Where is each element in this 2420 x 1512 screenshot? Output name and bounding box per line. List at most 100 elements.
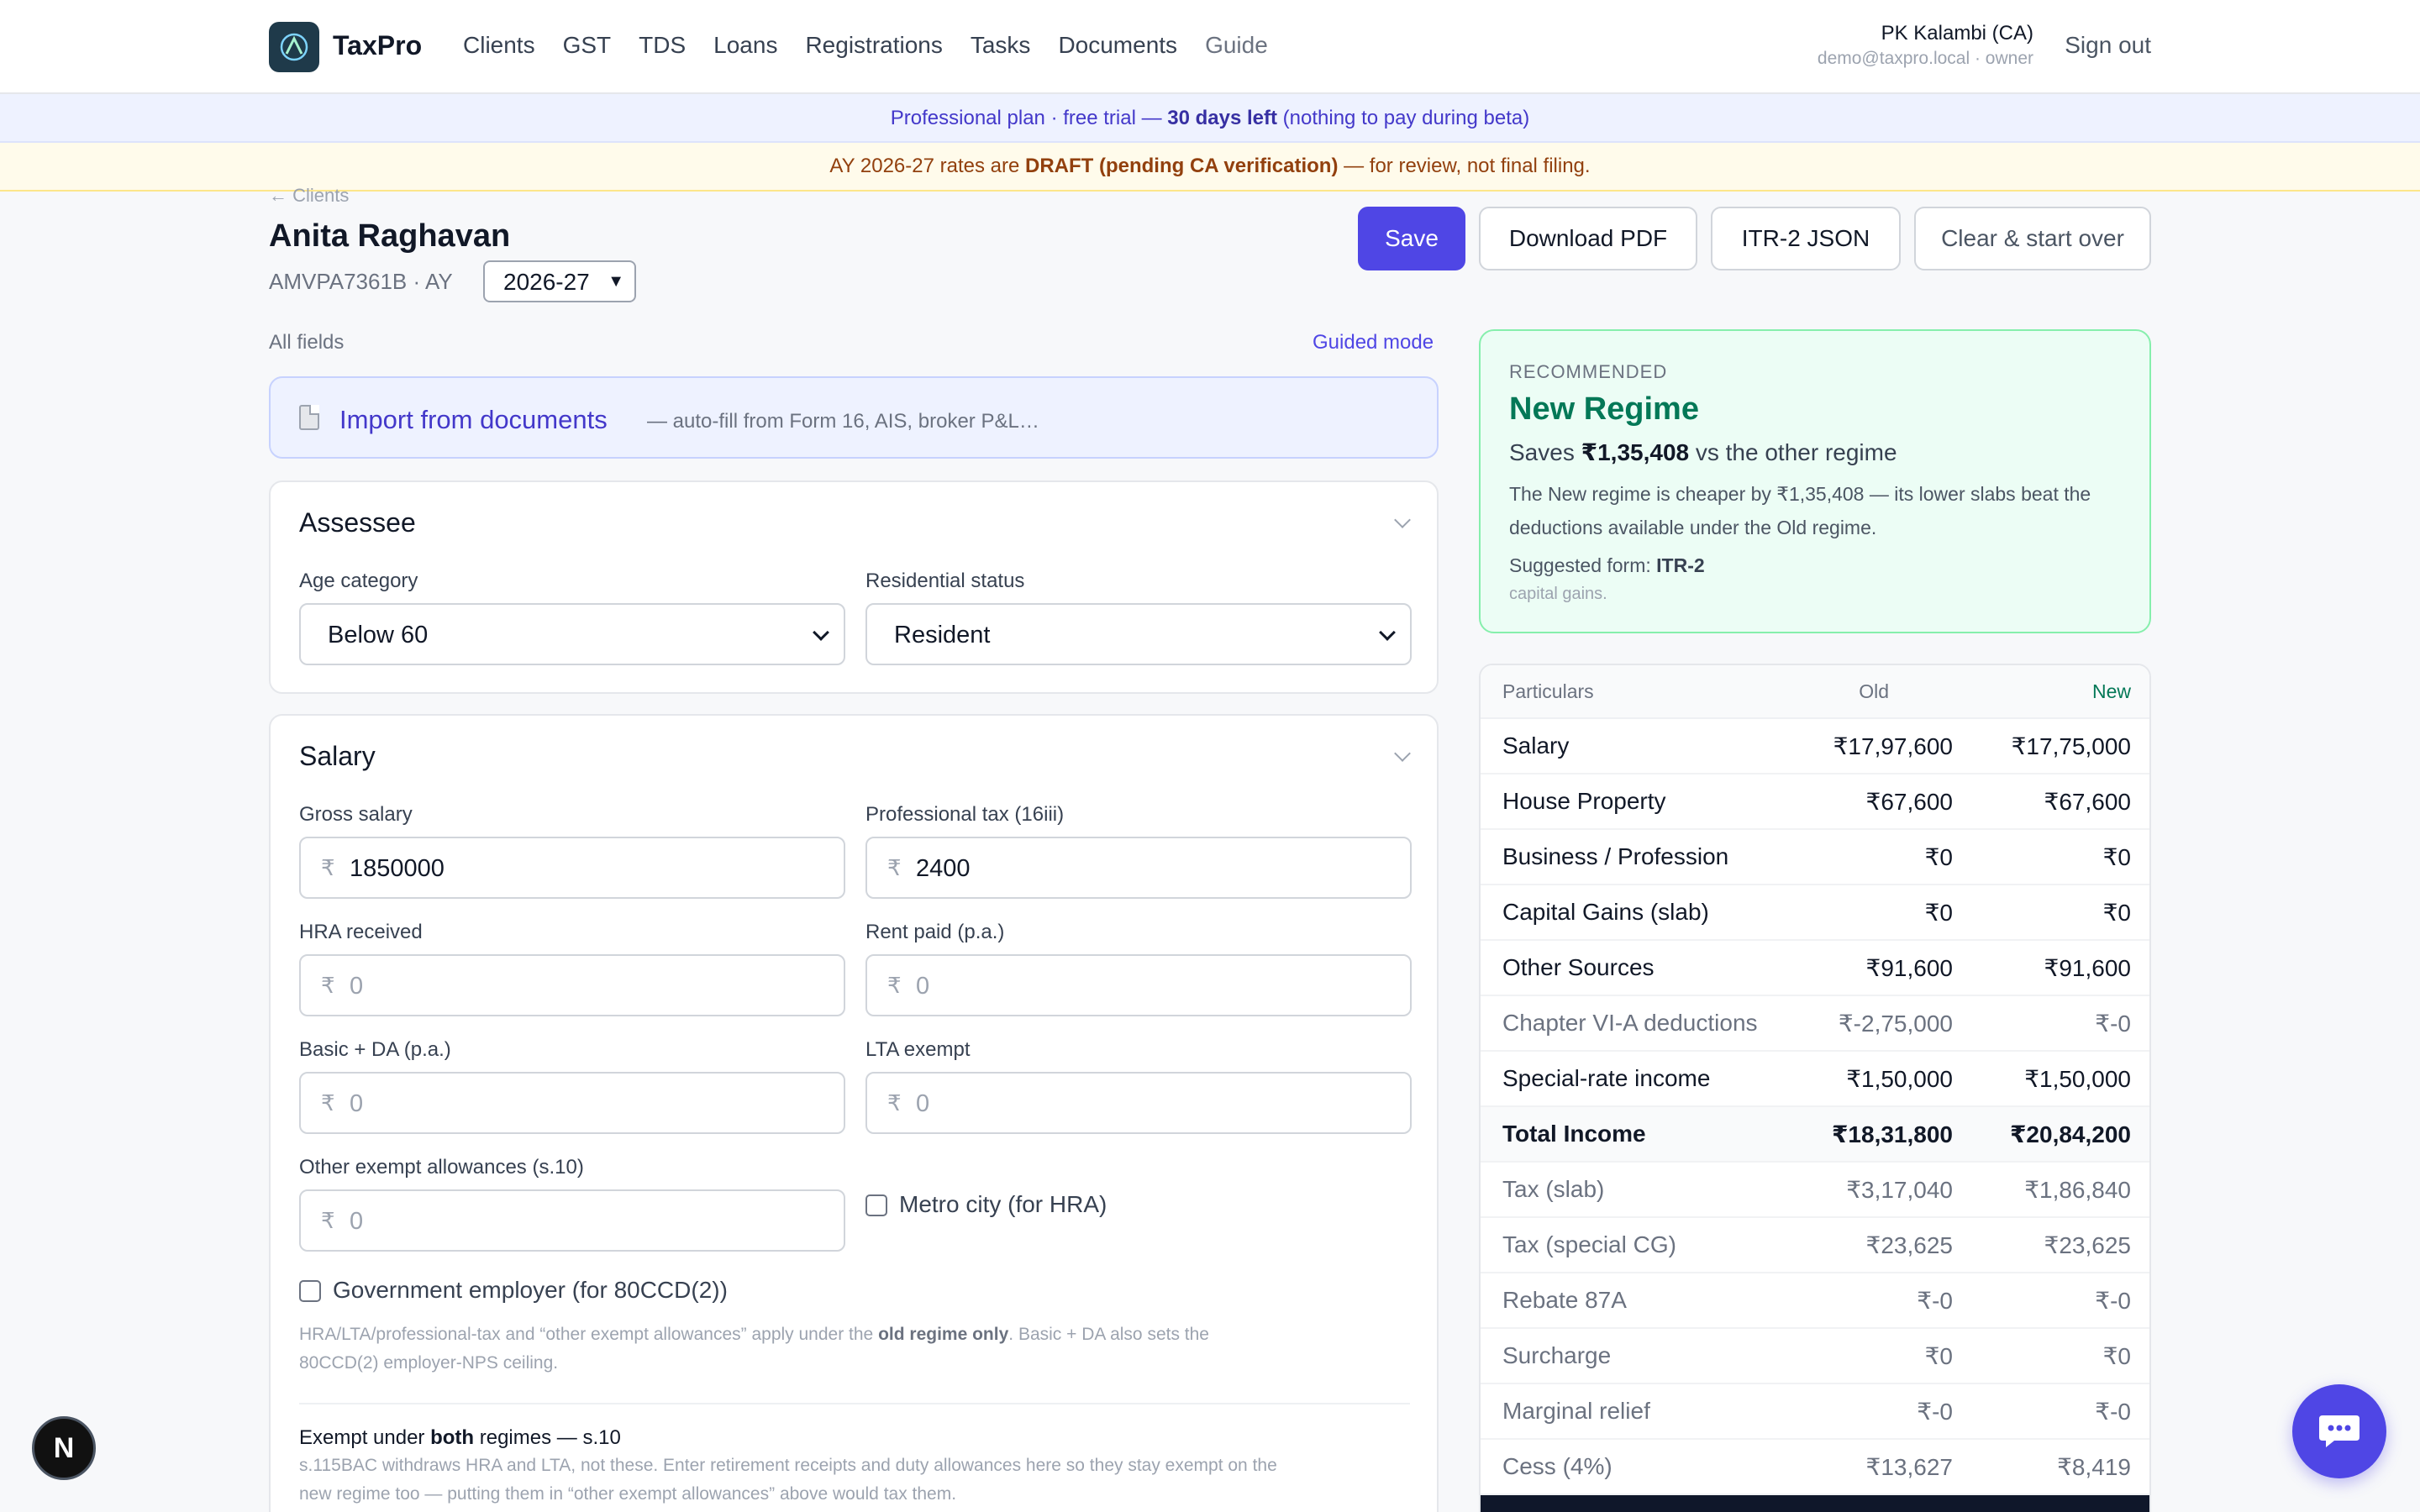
metro-city-label[interactable]: Metro city (for HRA) [899, 1191, 1107, 1218]
main-nav: Clients GST TDS Loans Registrations Task… [463, 32, 1296, 59]
assessee-title: Assessee [299, 507, 416, 538]
government-employer-label[interactable]: Government employer (for 80CCD(2)) [333, 1277, 728, 1304]
hra-received-input[interactable]: ₹0 [299, 954, 845, 1016]
recommendation-card: RECOMMENDED New Regime Saves ₹1,35,408 v… [1479, 329, 2151, 633]
suggested-form: Suggested form: ITR-2 [1509, 554, 1705, 577]
row-new-value: ₹-0 [2095, 1399, 2131, 1425]
import-documents-panel[interactable]: Import from documents — auto-fill from F… [269, 376, 1439, 459]
table-row: Tax (special CG) ₹23,625 ₹23,625 [1481, 1218, 2149, 1273]
top-nav: TaxPro Clients GST TDS Loans Registratio… [0, 0, 2420, 94]
metro-city-checkbox[interactable] [865, 1194, 887, 1216]
hra-received-value: 0 [350, 973, 364, 1000]
sign-out-link[interactable]: Sign out [2065, 32, 2151, 59]
chevron-down-icon [813, 624, 829, 641]
row-label: Total Income [1502, 1121, 1646, 1147]
savings-text: vs the other regime [1689, 439, 1897, 465]
divider [299, 1403, 1410, 1404]
row-label: Tax (special CG) [1502, 1231, 1676, 1257]
row-new-value: ₹1,50,000 [2024, 1066, 2131, 1092]
taxpro-logo-icon[interactable] [269, 22, 319, 72]
row-old-value: ₹-0 [1917, 1399, 1953, 1425]
user-name: PK Kalambi (CA) [1881, 22, 2033, 45]
row-label: Rebate 87A [1502, 1287, 1627, 1313]
rupee-icon: ₹ [321, 1208, 335, 1233]
row-new-value: ₹91,600 [2044, 955, 2131, 981]
row-label: Surcharge [1502, 1342, 1612, 1368]
gross-salary-input[interactable]: ₹1850000 [299, 837, 845, 899]
download-pdf-button[interactable]: Download PDF [1479, 207, 1697, 270]
row-old-value: ₹0 [1924, 1343, 1953, 1369]
itr-json-button[interactable]: ITR-2 JSON [1711, 207, 1901, 270]
lta-exempt-label: LTA exempt [865, 1038, 971, 1061]
chat-bubble-icon [2319, 1415, 2360, 1447]
rupee-icon: ₹ [321, 855, 335, 880]
savings-line: Saves ₹1,35,408 vs the other regime [1509, 438, 1897, 466]
other-exempt-input[interactable]: ₹0 [299, 1189, 845, 1252]
row-label: Salary [1502, 732, 1570, 759]
government-employer-checkbox[interactable] [299, 1280, 321, 1302]
table-row: Capital Gains (slab) ₹0 ₹0 [1481, 885, 2149, 941]
next-dev-indicator[interactable]: N [32, 1416, 96, 1480]
back-to-clients-link[interactable]: ← Clients [269, 185, 349, 207]
table-row: Special-rate income ₹1,50,000 ₹1,50,000 [1481, 1052, 2149, 1107]
assessment-year-select[interactable]: 2026-27 ▼ [483, 260, 636, 302]
rupee-icon: ₹ [887, 855, 902, 880]
save-button[interactable]: Save [1358, 207, 1465, 270]
rent-paid-input[interactable]: ₹0 [865, 954, 1412, 1016]
row-label: Tax (slab) [1502, 1176, 1605, 1202]
table-row: Other Sources ₹91,600 ₹91,600 [1481, 941, 2149, 996]
rent-paid-value: 0 [916, 973, 930, 1000]
nav-tasks[interactable]: Tasks [971, 32, 1031, 59]
draft-suffix: — for review, not final filing. [1338, 155, 1591, 177]
chevron-down-icon: ▼ [608, 272, 624, 291]
exempt-note-line: s.115BAC withdraws HRA and LTA, not thes… [299, 1456, 1277, 1475]
professional-tax-input[interactable]: ₹2400 [865, 837, 1412, 899]
exempt-heading-text: regimes — s.10 [474, 1426, 621, 1449]
plan-days: 30 days left [1167, 107, 1277, 129]
professional-tax-label: Professional tax (16iii) [865, 803, 1065, 826]
guided-mode-link[interactable]: Guided mode [1313, 331, 1434, 354]
table-header: Particulars Old New [1481, 665, 2149, 719]
basic-da-value: 0 [350, 1090, 364, 1117]
row-old-value: ₹-2,75,000 [1838, 1011, 1953, 1037]
draft-status: DRAFT (pending CA verification) [1025, 155, 1339, 177]
row-new-value: ₹1,86,840 [2024, 1177, 2131, 1203]
nav-guide[interactable]: Guide [1205, 32, 1268, 59]
nav-registrations[interactable]: Registrations [805, 32, 942, 59]
collapse-chevron-icon[interactable] [1394, 512, 1411, 528]
nav-documents[interactable]: Documents [1058, 32, 1177, 59]
age-category-select[interactable]: Below 60 [299, 603, 845, 665]
clear-start-over-button[interactable]: Clear & start over [1914, 207, 2151, 270]
salary-title: Salary [299, 741, 376, 771]
other-exempt-label: Other exempt allowances (s.10) [299, 1156, 584, 1179]
rupee-icon: ₹ [887, 973, 902, 998]
nav-loans[interactable]: Loans [713, 32, 777, 59]
exempt-heading-bold: both [430, 1426, 475, 1449]
basic-da-input[interactable]: ₹0 [299, 1072, 845, 1134]
row-new-value: ₹0 [2102, 900, 2131, 926]
row-new-value: ₹-0 [2095, 1011, 2131, 1037]
regime-comparison-table: Particulars Old New Salary ₹17,97,600 ₹17,… [1479, 664, 2151, 1512]
nav-tds[interactable]: TDS [639, 32, 686, 59]
recommendation-description: The New regime is cheaper by ₹1,35,408 —… [1509, 483, 2091, 538]
residential-status-select[interactable]: Resident [865, 603, 1412, 665]
all-fields-label: All fields [269, 331, 345, 354]
page-title: Anita Raghavan [269, 218, 511, 254]
nav-clients[interactable]: Clients [463, 32, 535, 59]
table-row: House Property ₹67,600 ₹67,600 [1481, 774, 2149, 830]
salary-note-bold: old regime only [878, 1325, 1009, 1344]
import-title[interactable]: Import from documents [339, 405, 608, 435]
brand-name[interactable]: TaxPro [333, 30, 422, 61]
lta-exempt-input[interactable]: ₹0 [865, 1072, 1412, 1134]
exempt-both-heading: Exempt under both regimes — s.10 [299, 1426, 621, 1450]
recommended-kicker: RECOMMENDED [1509, 361, 1668, 382]
collapse-chevron-icon[interactable] [1394, 745, 1411, 762]
gross-salary-value: 1850000 [350, 855, 445, 882]
row-new-value: ₹0 [2102, 844, 2131, 870]
row-label: Other Sources [1502, 954, 1655, 980]
salary-note: HRA/LTA/professional-tax and “other exem… [299, 1320, 1408, 1378]
nav-gst[interactable]: GST [563, 32, 612, 59]
chat-button[interactable] [2292, 1384, 2386, 1478]
row-old-value: ₹18,31,800 [1831, 1121, 1953, 1147]
gross-salary-label: Gross salary [299, 803, 413, 826]
